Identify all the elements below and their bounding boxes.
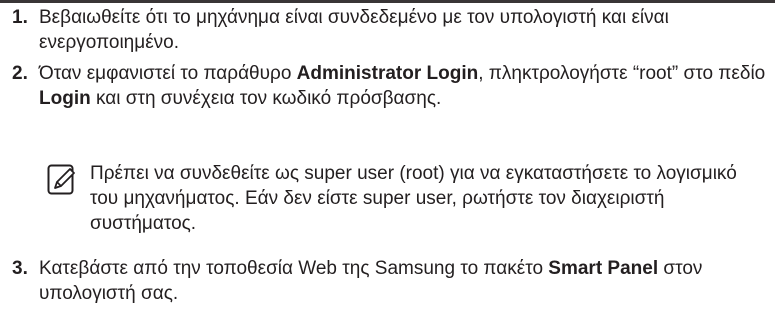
step-2-text-part: και στη συνέχεια τον κωδικό πρόσβασης. (90, 88, 442, 109)
step-number: 3. (12, 258, 28, 279)
step-3-text-part: Κατεβάστε από την τοποθεσία Web της Sams… (39, 258, 549, 279)
step-number: 2. (12, 63, 28, 84)
step-2-text-part: , πληκτρολογήστε “root” στο πεδίο (478, 63, 766, 84)
step-text: Όταν εμφανιστεί το παράθυρο Administrato… (39, 61, 769, 111)
note-text: Πρέπει να συνδεθείτε ως super user (root… (90, 163, 737, 234)
administrator-login-label: Administrator Login (296, 63, 479, 84)
note-box: Πρέπει να συνδεθείτε ως super user (root… (39, 161, 769, 239)
step-1-text: Βεβαιωθείτε ότι το μηχάνημα είναι συνδεδ… (39, 7, 669, 53)
top-rule (0, 0, 775, 3)
smart-panel-label: Smart Panel (548, 258, 659, 279)
step-text: Κατεβάστε από την τοποθεσία Web της Sams… (39, 256, 769, 306)
login-field-label: Login (39, 88, 91, 109)
step-text: Βεβαιωθείτε ότι το μηχάνημα είναι συνδεδ… (39, 5, 769, 55)
document-page: 1. Βεβαιωθείτε ότι το μηχάνημα είναι συν… (0, 0, 775, 310)
step-number: 1. (12, 7, 28, 28)
step-2-text-part: Όταν εμφανιστεί το παράθυρο (39, 63, 297, 84)
note-pencil-icon (47, 164, 75, 195)
